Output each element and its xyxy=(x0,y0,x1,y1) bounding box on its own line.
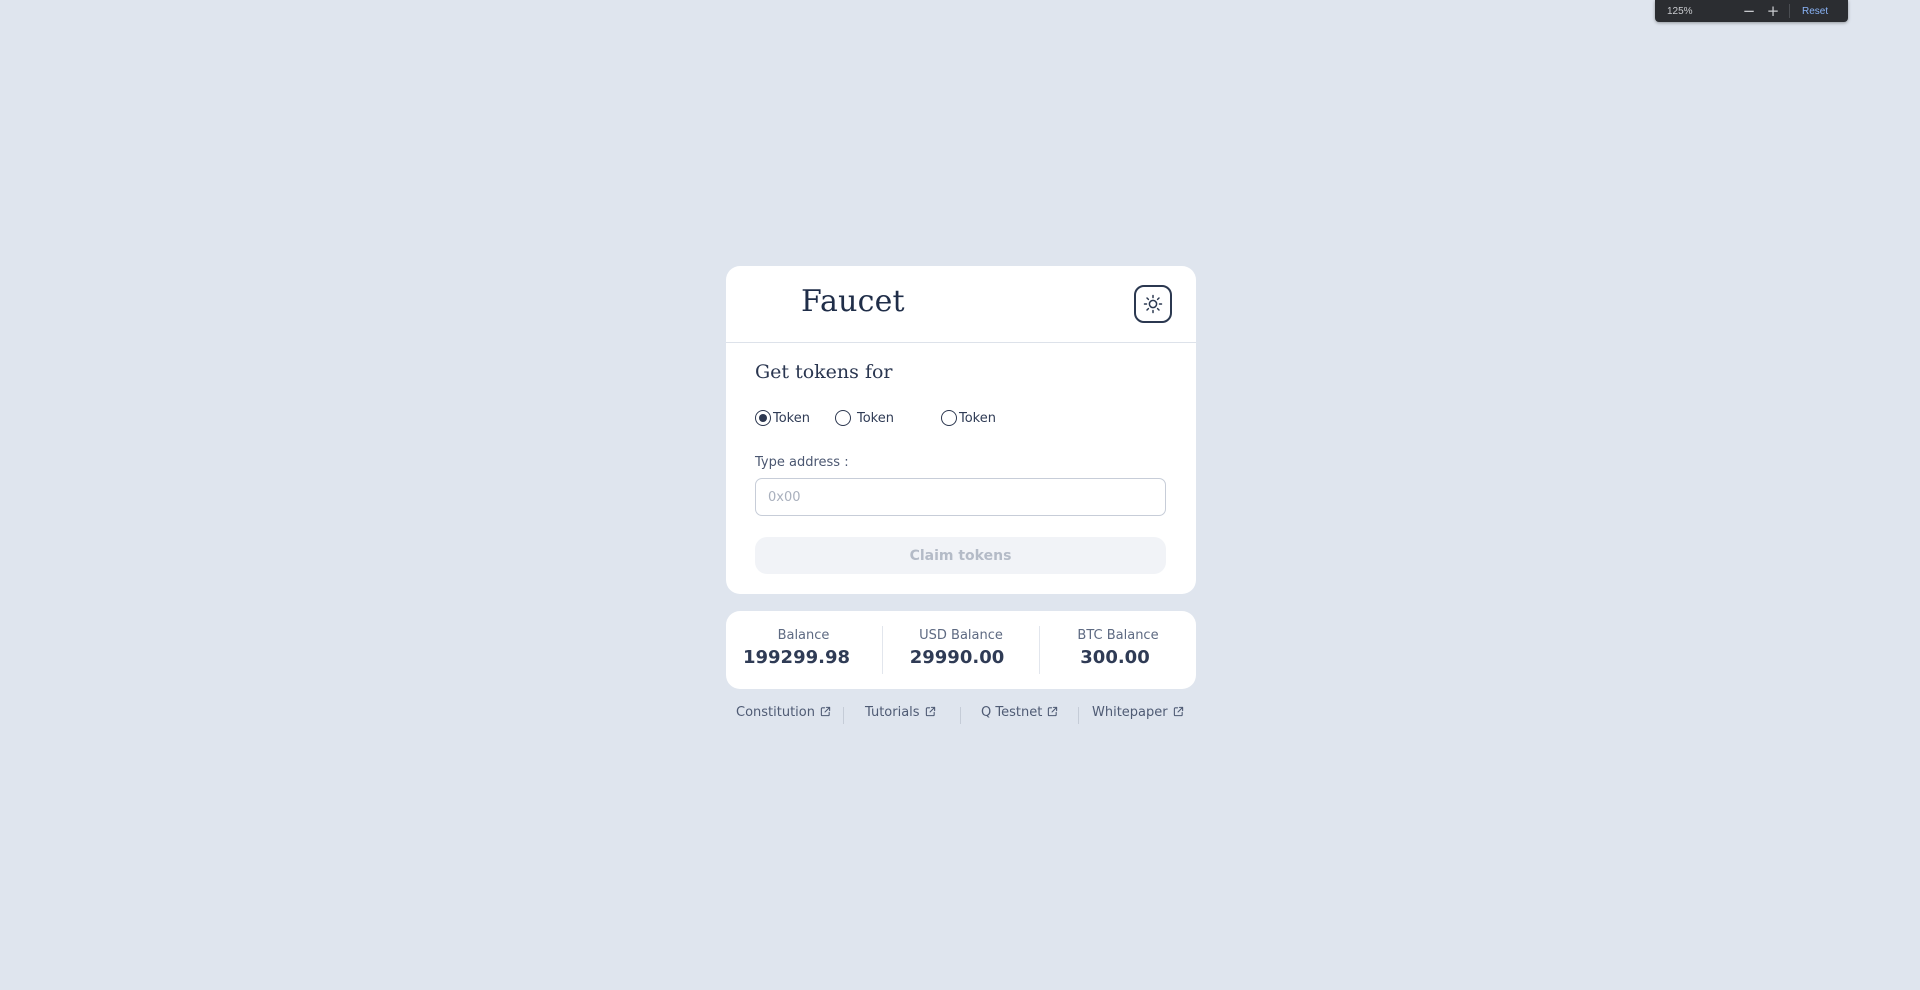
external-link-icon xyxy=(1048,706,1058,716)
radio-label: Token xyxy=(857,410,894,426)
page-title: Faucet xyxy=(801,284,905,319)
link-label: Constitution xyxy=(736,705,815,720)
token-radio-3[interactable]: Token xyxy=(941,410,996,426)
section-title: Get tokens for xyxy=(755,361,893,383)
external-link-icon xyxy=(820,706,831,716)
link-label: Q Testnet xyxy=(981,705,1043,720)
balance-value: 199299.98 xyxy=(742,647,851,668)
constitution-link[interactable]: Constitution xyxy=(736,705,831,720)
radio-button[interactable] xyxy=(941,410,957,426)
balance-card: Balance 199299.98 USD Balance 29990.00 B… xyxy=(726,611,1196,689)
zoom-reset-button[interactable]: Reset xyxy=(1802,6,1828,17)
token-radio-group: Token Token Token xyxy=(755,410,1175,428)
link-label: Whitepaper xyxy=(1092,705,1168,720)
balance-item: Balance 199299.98 xyxy=(726,611,881,689)
btc-balance-value: 300.00 xyxy=(1080,647,1150,668)
zoom-in-button[interactable]: + xyxy=(1761,4,1785,19)
radio-label: Token xyxy=(959,410,996,426)
radio-label: Token xyxy=(773,410,810,426)
address-label: Type address : xyxy=(755,455,849,470)
sun-icon xyxy=(1143,294,1163,314)
footer-divider xyxy=(843,707,844,724)
footer-divider xyxy=(960,707,961,724)
address-input[interactable] xyxy=(755,478,1166,516)
faucet-card: Faucet Get tokens for Token Token Token … xyxy=(726,266,1196,594)
radio-button[interactable] xyxy=(835,410,851,426)
balance-label: Balance xyxy=(777,628,830,643)
card-header: Faucet xyxy=(726,266,1196,343)
zoom-out-button[interactable]: − xyxy=(1737,4,1761,19)
usd-balance-label: USD Balance xyxy=(919,628,1003,643)
external-link-icon xyxy=(1173,706,1183,716)
tutorials-link[interactable]: Tutorials xyxy=(865,705,936,720)
theme-toggle-button[interactable] xyxy=(1134,285,1172,323)
radio-button-selected[interactable] xyxy=(755,410,771,426)
external-link-icon xyxy=(925,706,935,716)
token-radio-1[interactable]: Token xyxy=(755,410,810,426)
footer-divider xyxy=(1078,707,1079,724)
btc-balance-item: BTC Balance 300.00 xyxy=(1040,611,1196,689)
zoom-divider xyxy=(1789,4,1790,18)
usd-balance-value: 29990.00 xyxy=(909,647,1005,668)
whitepaper-link[interactable]: Whitepaper xyxy=(1092,705,1184,720)
zoom-popup: 125% − + Reset xyxy=(1655,0,1848,22)
usd-balance-item: USD Balance 29990.00 xyxy=(883,611,1039,689)
link-label: Tutorials xyxy=(865,705,920,720)
zoom-level: 125% xyxy=(1667,5,1693,17)
token-radio-2[interactable]: Token xyxy=(835,410,894,426)
claim-tokens-button[interactable]: Claim tokens xyxy=(755,537,1166,574)
btc-balance-label: BTC Balance xyxy=(1077,628,1159,643)
q-testnet-link[interactable]: Q Testnet xyxy=(981,705,1058,720)
footer-links: Constitution Tutorials Q Testnet Whitepa… xyxy=(726,705,1196,725)
